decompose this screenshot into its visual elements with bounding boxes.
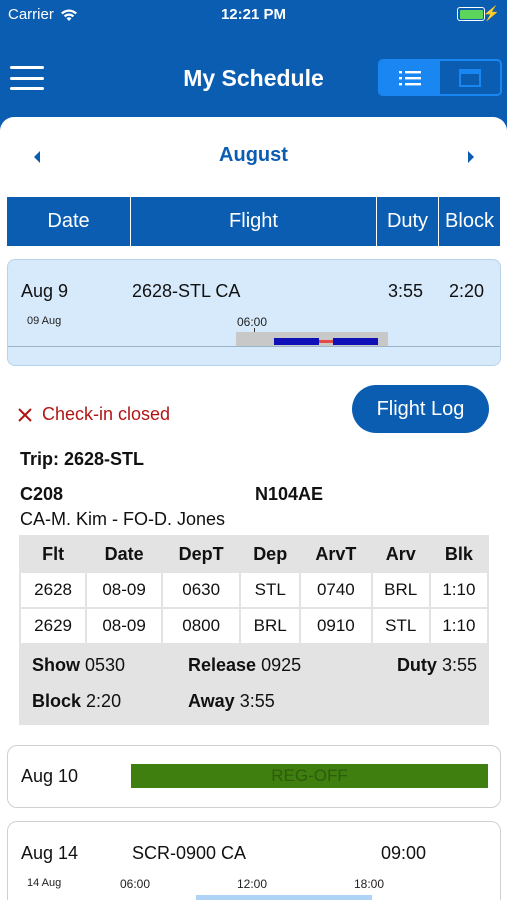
legs-header: Date — [87, 537, 161, 571]
row-time: 09:00 — [381, 843, 427, 863]
timeline-axis — [8, 346, 500, 347]
leg-cell: 1:10 — [430, 609, 487, 643]
status-bar: Carrier 12:21 PM ⚡ — [0, 0, 507, 30]
leg-cell: 0800 — [162, 609, 240, 643]
block-time: Block 2:20 — [32, 691, 122, 711]
column-duty: Duty — [376, 197, 438, 246]
row-block: 2:20 — [449, 281, 485, 301]
list-view-button[interactable] — [380, 61, 440, 94]
calendar-icon — [459, 68, 481, 87]
tail-number: N104AE — [255, 484, 324, 504]
leg-cell: 08-09 — [87, 609, 161, 643]
month-label: August — [219, 144, 288, 166]
month-navigator: August — [0, 117, 507, 197]
next-month-button[interactable] — [461, 147, 481, 167]
leg-cell: 2628 — [21, 573, 86, 607]
clock: 12:21 PM — [220, 6, 287, 23]
app-header: My Schedule — [0, 30, 507, 118]
legs-header: Blk — [430, 537, 487, 571]
leg-cell: 0910 — [301, 609, 371, 643]
row-date: Aug 9 — [21, 281, 69, 301]
table-row: 2629 08-09 0800 BRL 0910 STL 1:10 — [21, 609, 487, 643]
leg-cell: 2629 — [21, 609, 86, 643]
checkin-status: Check-in closed — [18, 404, 170, 425]
list-icon — [399, 70, 421, 85]
show-time: Show 0530 — [32, 655, 126, 675]
duty-period-bar — [196, 895, 372, 900]
flight-segment-bar — [274, 338, 319, 345]
legs-header: Dep — [241, 537, 300, 571]
timeline-date: 09 Aug — [27, 315, 62, 327]
leg-cell: 0740 — [301, 573, 371, 607]
timeline-date: 14 Aug — [27, 877, 62, 889]
schedule-row[interactable]: Aug 14 SCR-0900 CA 09:00 14 Aug 06:00 12… — [7, 821, 501, 900]
timeline-tick: 06:00 — [120, 877, 151, 891]
legs-header: Arv — [372, 537, 429, 571]
legs-header: DepT — [162, 537, 240, 571]
chevron-right-icon — [468, 151, 474, 163]
row-flight: 2628-STL CA — [132, 281, 241, 301]
flight-segment-bar — [333, 338, 378, 345]
crew-list: CA-M. Kim - FO-D. Jones — [20, 509, 226, 529]
schedule-content: Date Flight Duty Block Aug 9 2628-STL CA… — [0, 197, 507, 900]
timeline-tick: 12:00 — [237, 877, 268, 891]
row-flight: SCR-0900 CA — [132, 843, 247, 863]
calendar-view-button[interactable] — [440, 61, 500, 94]
leg-cell: 1:10 — [430, 573, 487, 607]
flight-log-button[interactable]: Flight Log — [352, 385, 489, 433]
reg-off-label: REG-OFF — [271, 766, 348, 785]
column-block: Block — [438, 197, 500, 246]
duty-time: Duty 3:55 — [396, 655, 477, 675]
leg-cell: 08-09 — [87, 573, 161, 607]
battery-icon — [457, 7, 485, 21]
turn-segment-bar — [319, 340, 333, 343]
schedule-row-off-day[interactable]: Aug 10 REG-OFF — [7, 745, 501, 808]
column-flight: Flight — [130, 197, 376, 246]
reg-off-badge: REG-OFF — [131, 764, 488, 788]
timeline-tick: 18:00 — [354, 877, 385, 891]
legs-table: Flt Date DepT Dep ArvT Arv Blk 2628 08-0… — [19, 535, 489, 725]
legs-header: Flt — [21, 537, 86, 571]
trip-title: Trip: 2628-STL — [20, 449, 145, 469]
row-date: Aug 10 — [21, 766, 79, 786]
leg-cell: BRL — [241, 609, 300, 643]
view-toggle — [378, 59, 502, 96]
away-time: Away 3:55 — [188, 691, 275, 711]
leg-cell: STL — [241, 573, 300, 607]
schedule-row-selected[interactable]: Aug 9 2628-STL CA 3:55 2:20 09 Aug 06:00 — [7, 259, 501, 366]
legs-header-row: Flt Date DepT Dep ArvT Arv Blk — [21, 537, 487, 571]
close-icon — [18, 407, 32, 422]
duty-summary: Show 0530 Release 0925 Duty 3:55 Block 2… — [19, 645, 489, 725]
table-row: 2628 08-09 0630 STL 0740 BRL 1:10 — [21, 573, 487, 607]
release-time: Release 0925 — [188, 655, 302, 675]
column-date: Date — [47, 210, 90, 232]
schedule-column-header: Date Flight Duty Block — [7, 197, 500, 246]
row-duty: 3:55 — [388, 281, 424, 301]
leg-cell: 0630 — [162, 573, 240, 607]
row-date: Aug 14 — [21, 843, 79, 863]
checkin-status-label: Check-in closed — [42, 404, 171, 424]
aircraft-type: C208 — [20, 484, 64, 504]
charging-bolt-icon: ⚡ — [482, 5, 500, 21]
timeline-tick: 06:00 — [237, 315, 268, 329]
leg-cell: STL — [372, 609, 429, 643]
legs-header: ArvT — [301, 537, 371, 571]
leg-cell: BRL — [372, 573, 429, 607]
